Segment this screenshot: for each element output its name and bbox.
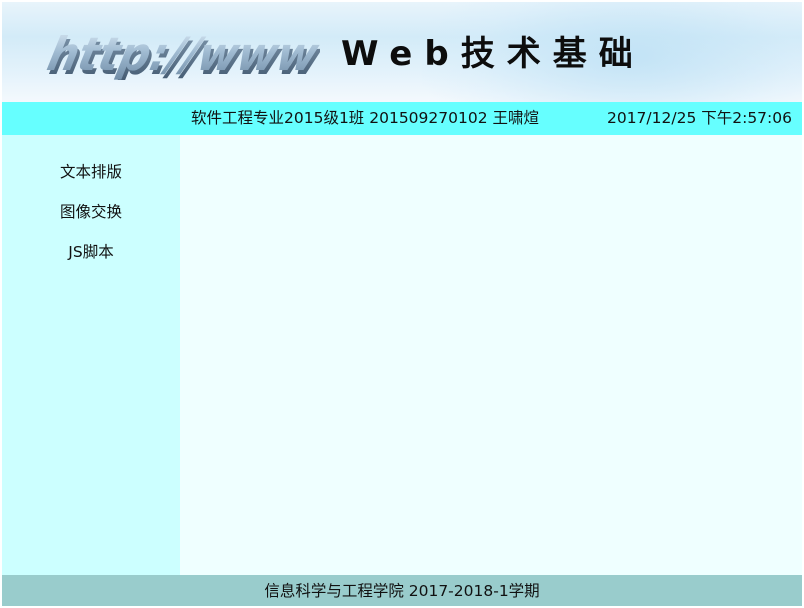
- sidebar-item-js-script[interactable]: JS脚本: [2, 237, 180, 277]
- site-title: Web技术基础: [341, 34, 645, 74]
- footer: 信息科学与工程学院 2017-2018-1学期: [2, 575, 802, 606]
- student-info: 软件工程专业2015级1班 201509270102 王啸煊: [191, 109, 540, 127]
- sidebar-nav: 文本排版 图像交换 JS脚本: [2, 135, 180, 277]
- footer-text: 信息科学与工程学院 2017-2018-1学期: [264, 582, 540, 600]
- info-bar: 软件工程专业2015级1班 201509270102 王啸煊 2017/12/2…: [2, 102, 802, 135]
- main-content: [180, 135, 802, 575]
- sidebar-item-image-swap[interactable]: 图像交换: [2, 197, 180, 237]
- header-banner: http://www http://www Web技术基础: [2, 2, 802, 102]
- http-www-logo: http://www http://www: [40, 29, 320, 80]
- page: http://www http://www Web技术基础 软件工程专业2015…: [0, 0, 804, 608]
- sidebar-item-text-layout[interactable]: 文本排版: [2, 157, 180, 197]
- logo-text: http://www: [40, 29, 320, 80]
- datetime-clock: 2017/12/25 下午2:57:06: [606, 109, 792, 127]
- sidebar: 文本排版 图像交换 JS脚本: [2, 135, 180, 575]
